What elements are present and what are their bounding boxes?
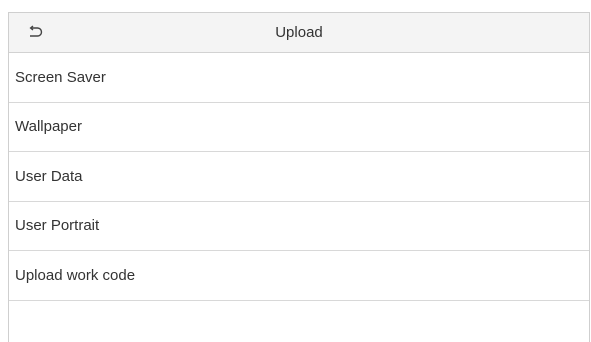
menu-item-screen-saver[interactable]: Screen Saver — [9, 53, 589, 103]
upload-menu-list: Screen Saver Wallpaper User Data User Po… — [9, 53, 589, 301]
menu-item-wallpaper[interactable]: Wallpaper — [9, 103, 589, 152]
menu-item-user-portrait[interactable]: User Portrait — [9, 202, 589, 251]
menu-item-user-data[interactable]: User Data — [9, 152, 589, 202]
menu-item-upload-work-code[interactable]: Upload work code — [9, 251, 589, 301]
header-bar: Upload — [9, 13, 589, 53]
page-title: Upload — [275, 24, 323, 41]
upload-screen: Upload Screen Saver Wallpaper User Data … — [8, 12, 590, 342]
